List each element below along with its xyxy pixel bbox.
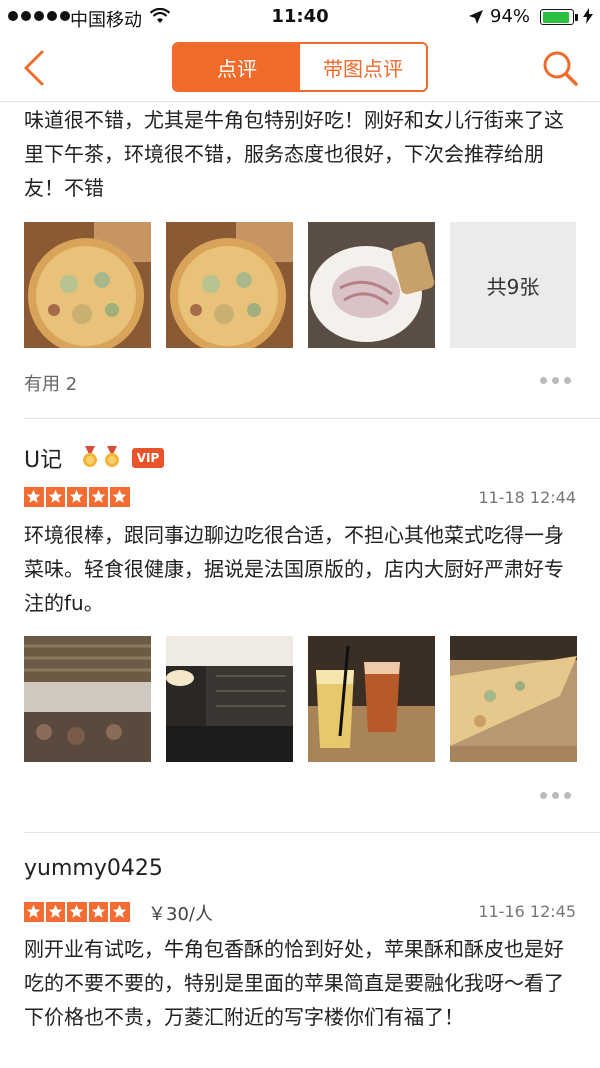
battery-icon (540, 9, 574, 25)
star-rating (24, 902, 130, 922)
more-options-icon[interactable] (540, 374, 574, 386)
review-photo-pizza[interactable] (24, 222, 151, 348)
more-options-icon[interactable] (540, 789, 574, 801)
battery-tip (575, 14, 578, 21)
review-photo-restaurant-interior[interactable] (166, 636, 293, 762)
review-divider (24, 832, 600, 833)
review-text: 环境很棒，跟同事边聊边吃很合适，不担心其他菜式吃得一身菜味。轻食很健康，据说是法… (24, 523, 564, 615)
battery-percentage: 94% (490, 6, 531, 27)
review-photo-pasta[interactable] (308, 222, 435, 348)
price-per-person: ￥30/人 (148, 904, 213, 925)
vip-badge: VIP (132, 448, 164, 468)
review-divider (24, 418, 600, 419)
search-icon[interactable] (540, 48, 580, 88)
star-icon (24, 902, 44, 922)
review-username[interactable]: yummy0425 (24, 856, 163, 881)
review-photo-restaurant-interior[interactable] (24, 636, 151, 762)
star-icon (67, 487, 87, 507)
charging-icon (583, 8, 593, 24)
star-icon (67, 902, 87, 922)
tab-photo-reviews[interactable]: 带图点评 (300, 44, 426, 90)
more-photos-button[interactable]: 共9张 (450, 222, 576, 348)
review-date: 11-18 12:44 (478, 488, 576, 507)
review-photo-pizza-slice[interactable] (450, 636, 577, 762)
medal-icon (83, 446, 97, 467)
star-icon (24, 487, 44, 507)
medal-icon (105, 446, 119, 467)
review-photo-pizza[interactable] (166, 222, 293, 348)
back-arrow-icon[interactable] (18, 48, 54, 88)
review-filter-segmented-control: 点评 带图点评 (172, 42, 428, 92)
location-arrow-icon (469, 10, 483, 24)
user-level-medals (80, 446, 122, 468)
star-icon (110, 902, 130, 922)
star-icon (110, 487, 130, 507)
useful-count-button[interactable]: 有用 2 (24, 370, 77, 396)
tab-reviews[interactable]: 点评 (174, 44, 300, 90)
review-text: 味道很不错，尤其是牛角包特别好吃！刚好和女儿行街来了这里下午茶，环境很不错，服务… (24, 108, 564, 200)
navigation-bar: 点评 带图点评 (0, 34, 600, 102)
review-photo-drinks[interactable] (308, 636, 435, 762)
star-rating (24, 487, 130, 507)
review-username[interactable]: U记 (24, 442, 62, 474)
review-text: 刚开业有试吃，牛角包香酥的恰到好处，苹果酥和酥皮也是好吃的不要不要的，特别是里面… (24, 937, 564, 1029)
star-icon (88, 902, 108, 922)
star-icon (88, 487, 108, 507)
star-icon (45, 902, 65, 922)
status-bar: 中国移动 11:40 94% (0, 0, 600, 34)
star-icon (45, 487, 65, 507)
review-date: 11-16 12:45 (478, 902, 576, 921)
